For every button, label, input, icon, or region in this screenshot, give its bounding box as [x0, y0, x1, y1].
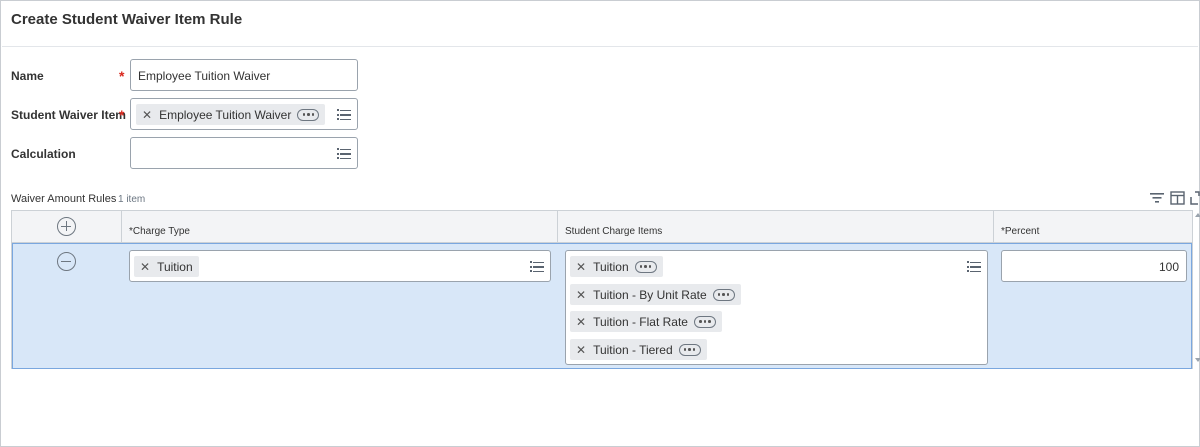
- minus-circle-icon[interactable]: [57, 252, 76, 271]
- calculation-prompt[interactable]: [130, 137, 358, 169]
- more-options-icon[interactable]: [678, 343, 701, 356]
- charge-type-pill: ✕ Tuition: [134, 256, 199, 277]
- charge-type-label: Tuition: [157, 259, 193, 274]
- student-charge-items-prompt[interactable]: ✕ Tuition ✕ Tuition - By Unit Rate ✕ Tui…: [565, 250, 988, 365]
- item-count: 1 item: [118, 194, 146, 205]
- column-header-student-charge-items[interactable]: Student Charge Items: [565, 226, 662, 237]
- charge-item-pill: ✕ Tuition: [570, 256, 663, 277]
- more-options-icon[interactable]: [634, 260, 657, 273]
- selected-item-label: Employee Tuition Waiver: [159, 107, 292, 122]
- close-icon[interactable]: ✕: [142, 108, 152, 122]
- percent-value: 100: [1158, 260, 1179, 274]
- name-label: Name: [11, 69, 44, 83]
- waiver-amount-rules-label: Waiver Amount Rules: [11, 193, 117, 205]
- filter-icon[interactable]: [1149, 191, 1165, 205]
- more-options-icon[interactable]: [693, 315, 716, 328]
- column-header-charge-type[interactable]: *Charge Type: [129, 226, 190, 237]
- title-divider: [2, 46, 1198, 47]
- column-layout-icon[interactable]: [1170, 191, 1185, 205]
- student-waiver-item-required-marker: *: [119, 107, 125, 123]
- student-waiver-item-label: Student Waiver Item: [11, 108, 126, 122]
- page-frame: Create Student Waiver Item Rule Name * E…: [0, 0, 1200, 447]
- table-row[interactable]: ✕ Tuition ✕ Tuition ✕ Tuition - By Unit …: [12, 243, 1192, 369]
- charge-item-pill: ✕ Tuition - By Unit Rate: [570, 284, 741, 305]
- list-icon[interactable]: [530, 261, 544, 272]
- name-input-value: Employee Tuition Waiver: [138, 69, 271, 83]
- student-waiver-item-prompt[interactable]: ✕ Employee Tuition Waiver: [130, 98, 358, 130]
- list-icon[interactable]: [337, 148, 351, 159]
- more-options-icon[interactable]: [297, 108, 320, 121]
- more-options-icon[interactable]: [712, 288, 735, 301]
- charge-item-pill: ✕ Tuition - Tiered: [570, 339, 707, 360]
- list-icon[interactable]: [337, 109, 351, 120]
- charge-item-pill: ✕ Tuition - Flat Rate: [570, 311, 722, 332]
- page-title: Create Student Waiver Item Rule: [11, 11, 243, 28]
- close-icon[interactable]: ✕: [140, 260, 150, 274]
- close-icon[interactable]: ✕: [576, 260, 586, 274]
- selected-item-pill: ✕ Employee Tuition Waiver: [136, 104, 326, 125]
- name-required-marker: *: [119, 68, 125, 84]
- name-input[interactable]: Employee Tuition Waiver: [130, 59, 358, 91]
- charge-item-label: Tuition - Tiered: [593, 342, 673, 357]
- charge-item-label: Tuition: [593, 259, 629, 274]
- calculation-label: Calculation: [11, 147, 76, 161]
- charge-type-prompt[interactable]: ✕ Tuition: [129, 250, 551, 282]
- charge-item-label: Tuition - Flat Rate: [593, 314, 688, 329]
- close-icon[interactable]: ✕: [576, 343, 586, 357]
- waiver-amount-rules-grid: *Charge Type Student Charge Items *Perce…: [11, 210, 1193, 369]
- plus-circle-icon[interactable]: [57, 217, 76, 236]
- close-icon[interactable]: ✕: [576, 288, 586, 302]
- expand-icon[interactable]: [1190, 191, 1200, 205]
- scroll-down-icon[interactable]: [1195, 357, 1200, 363]
- list-icon[interactable]: [967, 261, 981, 272]
- charge-item-label: Tuition - By Unit Rate: [593, 287, 707, 302]
- percent-input[interactable]: 100: [1001, 250, 1187, 282]
- column-header-percent[interactable]: *Percent: [1001, 226, 1039, 237]
- grid-header: *Charge Type Student Charge Items *Perce…: [12, 211, 1192, 243]
- scroll-up-icon[interactable]: [1195, 212, 1200, 218]
- close-icon[interactable]: ✕: [576, 315, 586, 329]
